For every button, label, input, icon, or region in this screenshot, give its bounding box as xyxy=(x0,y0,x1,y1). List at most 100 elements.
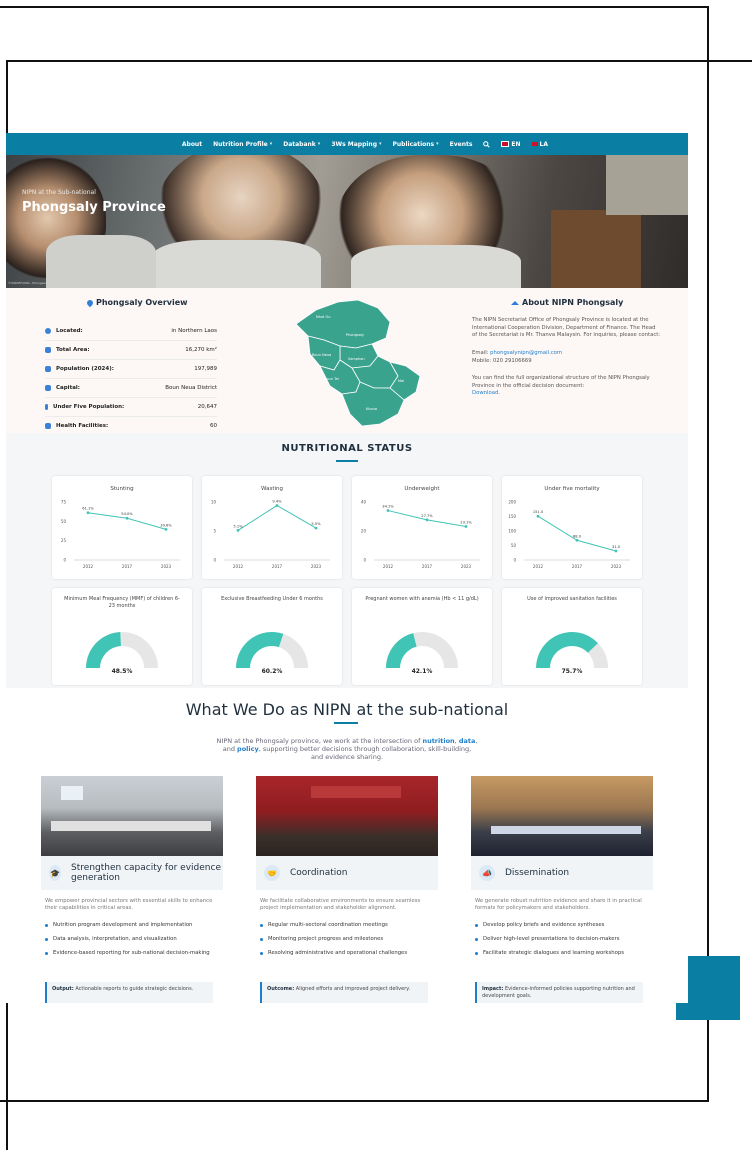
data-point xyxy=(236,529,240,532)
map-label: Phongsaly xyxy=(346,333,364,337)
card-footer: Output: Actionable reports to guide stra… xyxy=(45,982,213,1003)
y-tick-label: 5 xyxy=(213,529,216,534)
nav-publications[interactable]: Publications ▾ xyxy=(393,141,439,148)
photo-table xyxy=(51,821,211,831)
uk-flag-icon xyxy=(501,141,510,147)
data-label: 151.0 xyxy=(533,510,544,514)
gauge-card: Exclusive Breastfeeding Under 6 months 6… xyxy=(202,588,342,685)
handshake-icon: 🤝 xyxy=(264,865,280,881)
bullet-icon xyxy=(260,937,263,941)
list-item: Resolving administrative and operational… xyxy=(260,950,407,956)
y-tick-label: 0 xyxy=(63,558,66,563)
people-icon xyxy=(45,366,51,372)
what-we-do-intro: NIPN at the Phongsaly province, we work … xyxy=(216,737,478,761)
frame-line-inner-top xyxy=(6,60,752,62)
card-heading: Strengthen capacity for evidence generat… xyxy=(71,863,221,883)
x-tick-label: 2017 xyxy=(122,564,133,569)
line-chart: Underweight 0 20 40 2012 2017 2023 34.1% 27.7% 23… xyxy=(361,486,480,569)
nav-nutrition-profile[interactable]: Nutrition Profile ▾ xyxy=(213,141,272,148)
email-link[interactable]: phongsalynipn@gmail.com xyxy=(490,350,562,356)
x-tick-label: 2023 xyxy=(611,564,622,569)
gauge-track xyxy=(278,633,308,668)
list-item: Monitoring project progress and mileston… xyxy=(260,936,383,942)
card-heading: Coordination xyxy=(290,868,348,878)
y-tick-label: 50 xyxy=(511,543,517,548)
photo-table xyxy=(491,826,641,834)
line-chart: Wasting 0 5 10 2012 2017 2023 5.1% 9.4% 5.5% xyxy=(211,486,330,569)
about-structure-text: You can find the full organizational str… xyxy=(472,375,662,398)
x-tick-label: 2012 xyxy=(233,564,244,569)
gauge-fill xyxy=(236,632,284,668)
bullet-icon xyxy=(45,923,48,927)
y-tick-label: 10 xyxy=(211,500,217,505)
chart-title: Stunting xyxy=(110,486,133,492)
search-icon[interactable] xyxy=(483,140,491,148)
data-label: 54.0% xyxy=(121,512,133,516)
nav-3ws-mapping[interactable]: 3Ws Mapping ▾ xyxy=(331,141,381,148)
line-chart: Stunting 0 25 50 75 2012 2017 2023 61.1% 54.0% 39.… xyxy=(61,486,180,569)
series-line xyxy=(237,504,317,531)
hero-banner: NIPN at the Sub-national Phongsaly Provi… xyxy=(6,155,688,288)
line-chart-card: Underweight 0 20 40 2012 2017 2023 34.1% 27.7% 23… xyxy=(352,476,492,579)
list-item: Data analysis, interpretation, and visua… xyxy=(45,936,177,942)
lang-en[interactable]: EN xyxy=(501,141,521,148)
overview-row: Population (2024): 197,989 xyxy=(45,360,217,379)
list-item: Develop policy briefs and evidence synth… xyxy=(475,922,604,928)
map-label: Boun Tai xyxy=(324,377,339,381)
graduation-cap-icon: 🎓 xyxy=(49,865,62,881)
chevron-down-icon: ▾ xyxy=(317,141,321,147)
chart-title: Under five mortality xyxy=(544,486,600,492)
card-description: We generate robust nutrition evidence an… xyxy=(475,898,642,911)
hero-photo-shape xyxy=(551,210,641,288)
overview-row: Under Five Population: 20,647 xyxy=(45,398,217,417)
bullet-icon xyxy=(260,951,263,955)
data-point xyxy=(614,549,618,553)
gauge-value: 42.1% xyxy=(411,668,433,675)
bullet-icon xyxy=(45,937,48,941)
download-link[interactable]: Download. xyxy=(472,390,500,396)
y-tick-label: 20 xyxy=(361,529,367,534)
x-tick-label: 2012 xyxy=(533,564,544,569)
meeting-photo xyxy=(256,776,438,856)
data-point xyxy=(386,509,390,512)
card-footer: Outcome: Aligned efforts and improved pr… xyxy=(260,982,428,1003)
megaphone-icon: 📣 xyxy=(479,865,495,881)
line-chart: Under five mortality 0 50 100 150 200 2012 2017… xyxy=(508,486,630,569)
line-chart-card: Stunting 0 25 50 75 2012 2017 2023 61.1% 54.0% 39.… xyxy=(52,476,192,579)
x-tick-label: 2023 xyxy=(311,564,322,569)
nav-databank[interactable]: Databank ▾ xyxy=(283,141,320,148)
data-label: 34.1% xyxy=(382,505,394,509)
building-icon xyxy=(45,385,51,391)
bullet-icon xyxy=(475,937,478,941)
about-text: The NIPN Secretariat Office of Phongsaly… xyxy=(472,317,661,338)
y-tick-label: 200 xyxy=(508,500,516,505)
lang-la[interactable]: LA xyxy=(531,141,548,148)
overview-section: Phongsaly Overview Located: in Northern L… xyxy=(6,288,688,436)
nav-events[interactable]: Events xyxy=(450,141,473,148)
data-point xyxy=(86,511,90,515)
y-tick-label: 75 xyxy=(61,500,67,505)
x-tick-label: 2023 xyxy=(161,564,172,569)
data-point xyxy=(275,504,279,507)
province-map: Nhot Ou Phongsaly Boun Neua Samphan Boun… xyxy=(295,299,421,427)
overview-row: Capital: Boun Neua District xyxy=(45,379,217,398)
x-tick-label: 2017 xyxy=(422,564,433,569)
capacity-card: 🎓 Strengthen capacity for evidence genera… xyxy=(41,776,223,1003)
hero-subtitle: NIPN at the Sub-national xyxy=(22,189,96,196)
map-pin-icon xyxy=(85,298,95,307)
ruler-icon xyxy=(45,347,51,353)
card-heading: Dissemination xyxy=(505,868,570,878)
gauge-value: 48.5% xyxy=(111,668,133,675)
photo-screen xyxy=(61,786,83,800)
data-label: 27.7% xyxy=(421,514,433,518)
card-header: 🎓 Strengthen capacity for evidence genera… xyxy=(41,856,223,890)
dissemination-card: 📣 Dissemination We generate robust nutrit… xyxy=(471,776,653,1003)
card-description: We empower provincial sectors with essen… xyxy=(45,898,213,911)
x-tick-label: 2023 xyxy=(461,564,472,569)
hero-title: Phongsaly Province xyxy=(22,200,166,215)
data-label: 5.5% xyxy=(311,522,321,526)
map-label: Samphan xyxy=(348,357,365,361)
about-contact: Email: phongsalynipn@gmail.com Mobile: 0… xyxy=(472,350,662,365)
nav-about[interactable]: About xyxy=(182,141,202,148)
data-label: 31.0 xyxy=(612,545,621,549)
